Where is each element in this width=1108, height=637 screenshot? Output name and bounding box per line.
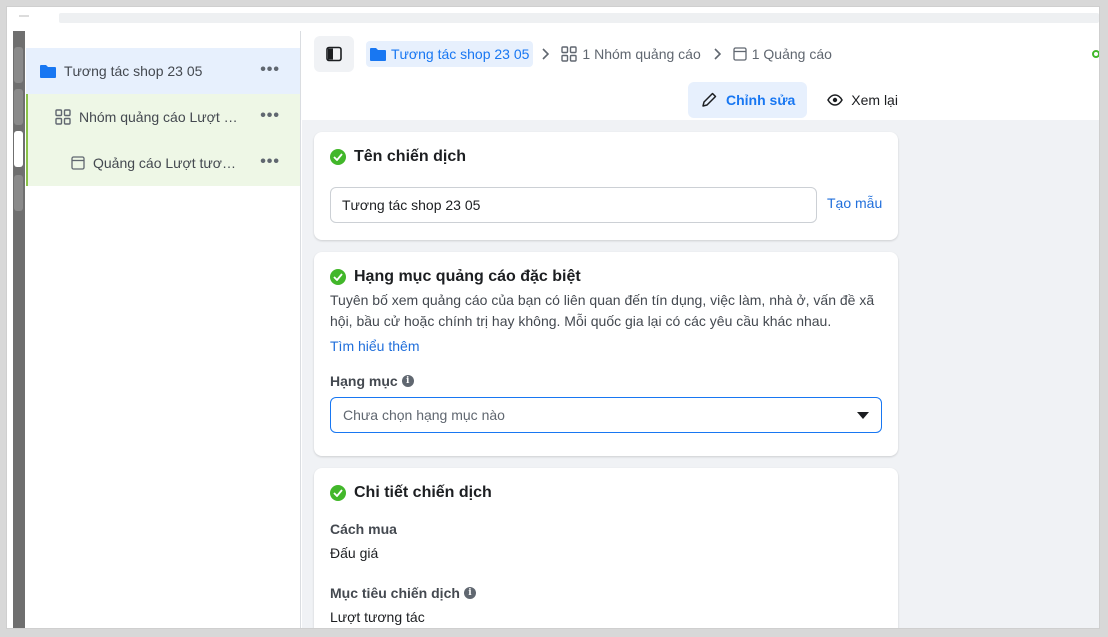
more-options-icon[interactable]: ••• [260,61,280,79]
check-circle-icon [330,485,346,501]
breadcrumb-adsets[interactable]: 1 Nhóm quảng cáo [557,41,704,67]
more-options-icon[interactable]: ••• [260,107,280,125]
learn-more-link[interactable]: Tìm hiểu thêm [330,338,419,354]
campaign-name-input[interactable]: Tương tác shop 23 05 [330,187,817,223]
card-title: Tên chiến dịch [330,148,882,166]
caret-down-icon [857,411,869,419]
category-select-placeholder: Chưa chọn hạng mục nào [343,407,505,423]
window-top-strip [7,7,1099,31]
breadcrumb-campaign[interactable]: Tương tác shop 23 05 [366,41,534,67]
ad-page-icon [71,156,85,170]
buying-type-label: Cách mua [330,521,397,537]
chevron-right-icon [705,48,729,60]
objective-label: Mục tiêu chiến dịch i [330,585,476,601]
breadcrumb-adsets-label: 1 Nhóm quảng cáo [582,46,701,62]
review-button-label: Xem lại [851,92,898,108]
adset-grid-icon [55,109,71,125]
campaign-name-card: Tên chiến dịch Tương tác shop 23 05 Tạo … [314,132,898,240]
rail-tab-1[interactable] [14,47,23,83]
ad-page-icon [733,47,747,61]
create-template-link[interactable]: Tạo mẫu [827,195,882,211]
card-title: Hạng mục quảng cáo đặc biệt [330,268,882,286]
info-icon[interactable]: i [463,587,476,599]
more-options-icon[interactable]: ••• [260,153,280,171]
category-field-label: Hạng mục i [330,373,414,389]
window-tick [19,15,29,17]
campaign-name-title: Tên chiến dịch [354,148,467,165]
objective-label-text: Mục tiêu chiến dịch [330,585,460,601]
breadcrumb-ads-label: 1 Quảng cáo [751,46,832,62]
info-icon[interactable]: i [401,375,414,387]
toggle-sidebar-button[interactable] [314,36,354,72]
left-rail [13,31,25,628]
ads-manager-app: Tương tác shop 23 05 ••• Nhóm quảng cáo … [13,31,1099,628]
category-field-label-text: Hạng mục [330,373,398,389]
tree-item-label: Nhóm quảng cáo Lượt tương tác [79,109,239,125]
folder-icon [370,47,386,61]
special-category-card: Hạng mục quảng cáo đặc biệt Tuyên bố xem… [314,252,898,456]
tree-item-label: Tương tác shop 23 05 [64,63,203,79]
eye-icon [827,94,851,106]
buying-type-value: Đấu giá [330,545,379,561]
breadcrumb: Tương tác shop 23 05 1 Nhóm quảng cáo 1 … [366,41,836,67]
rail-tab-3[interactable] [14,175,23,211]
main-panel: Tương tác shop 23 05 1 Nhóm quảng cáo 1 … [302,31,1099,628]
card-title: Chi tiết chiến dịch [330,484,882,502]
sidebar-toggle-icon [326,46,342,62]
edit-button-label: Chỉnh sửa [726,92,796,108]
editor-content: Tên chiến dịch Tương tác shop 23 05 Tạo … [302,120,1099,628]
status-indicator [1092,50,1099,58]
special-category-title: Hạng mục quảng cáo đặc biệt [354,268,581,285]
check-circle-icon [330,269,346,285]
campaign-details-title: Chi tiết chiến dịch [354,484,492,501]
tree-item-ad[interactable]: Quảng cáo Lượt tương tác ••• [26,140,300,186]
special-category-description: Tuyên bố xem quảng cáo của bạn có liên q… [330,292,875,329]
pencil-icon [700,91,726,109]
breadcrumb-ads[interactable]: 1 Quảng cáo [729,41,836,67]
chevron-right-icon [533,48,557,60]
tree-item-campaign[interactable]: Tương tác shop 23 05 ••• [26,48,300,94]
tree-item-adset[interactable]: Nhóm quảng cáo Lượt tương tác ••• [26,94,300,140]
breadcrumb-campaign-label: Tương tác shop 23 05 [391,46,530,62]
rail-tab-active[interactable] [14,131,23,167]
check-circle-icon [330,149,346,165]
objective-value: Lượt tương tác [330,609,425,625]
rail-tab-2[interactable] [14,89,23,125]
tree-item-label: Quảng cáo Lượt tương tác [93,155,241,171]
browser-window: Tương tác shop 23 05 ••• Nhóm quảng cáo … [6,6,1100,629]
adset-grid-icon [561,46,578,62]
campaign-details-card: Chi tiết chiến dịch Cách mua Đấu giá Mục… [314,468,898,628]
folder-icon [40,64,56,78]
campaign-tree-sidebar: Tương tác shop 23 05 ••• Nhóm quảng cáo … [25,31,301,628]
mode-actions: Chỉnh sửa Xem lại [688,82,910,118]
edit-button[interactable]: Chỉnh sửa [688,82,808,118]
review-button[interactable]: Xem lại [815,82,910,118]
address-bar[interactable] [59,13,1099,23]
category-select[interactable]: Chưa chọn hạng mục nào [330,397,882,433]
